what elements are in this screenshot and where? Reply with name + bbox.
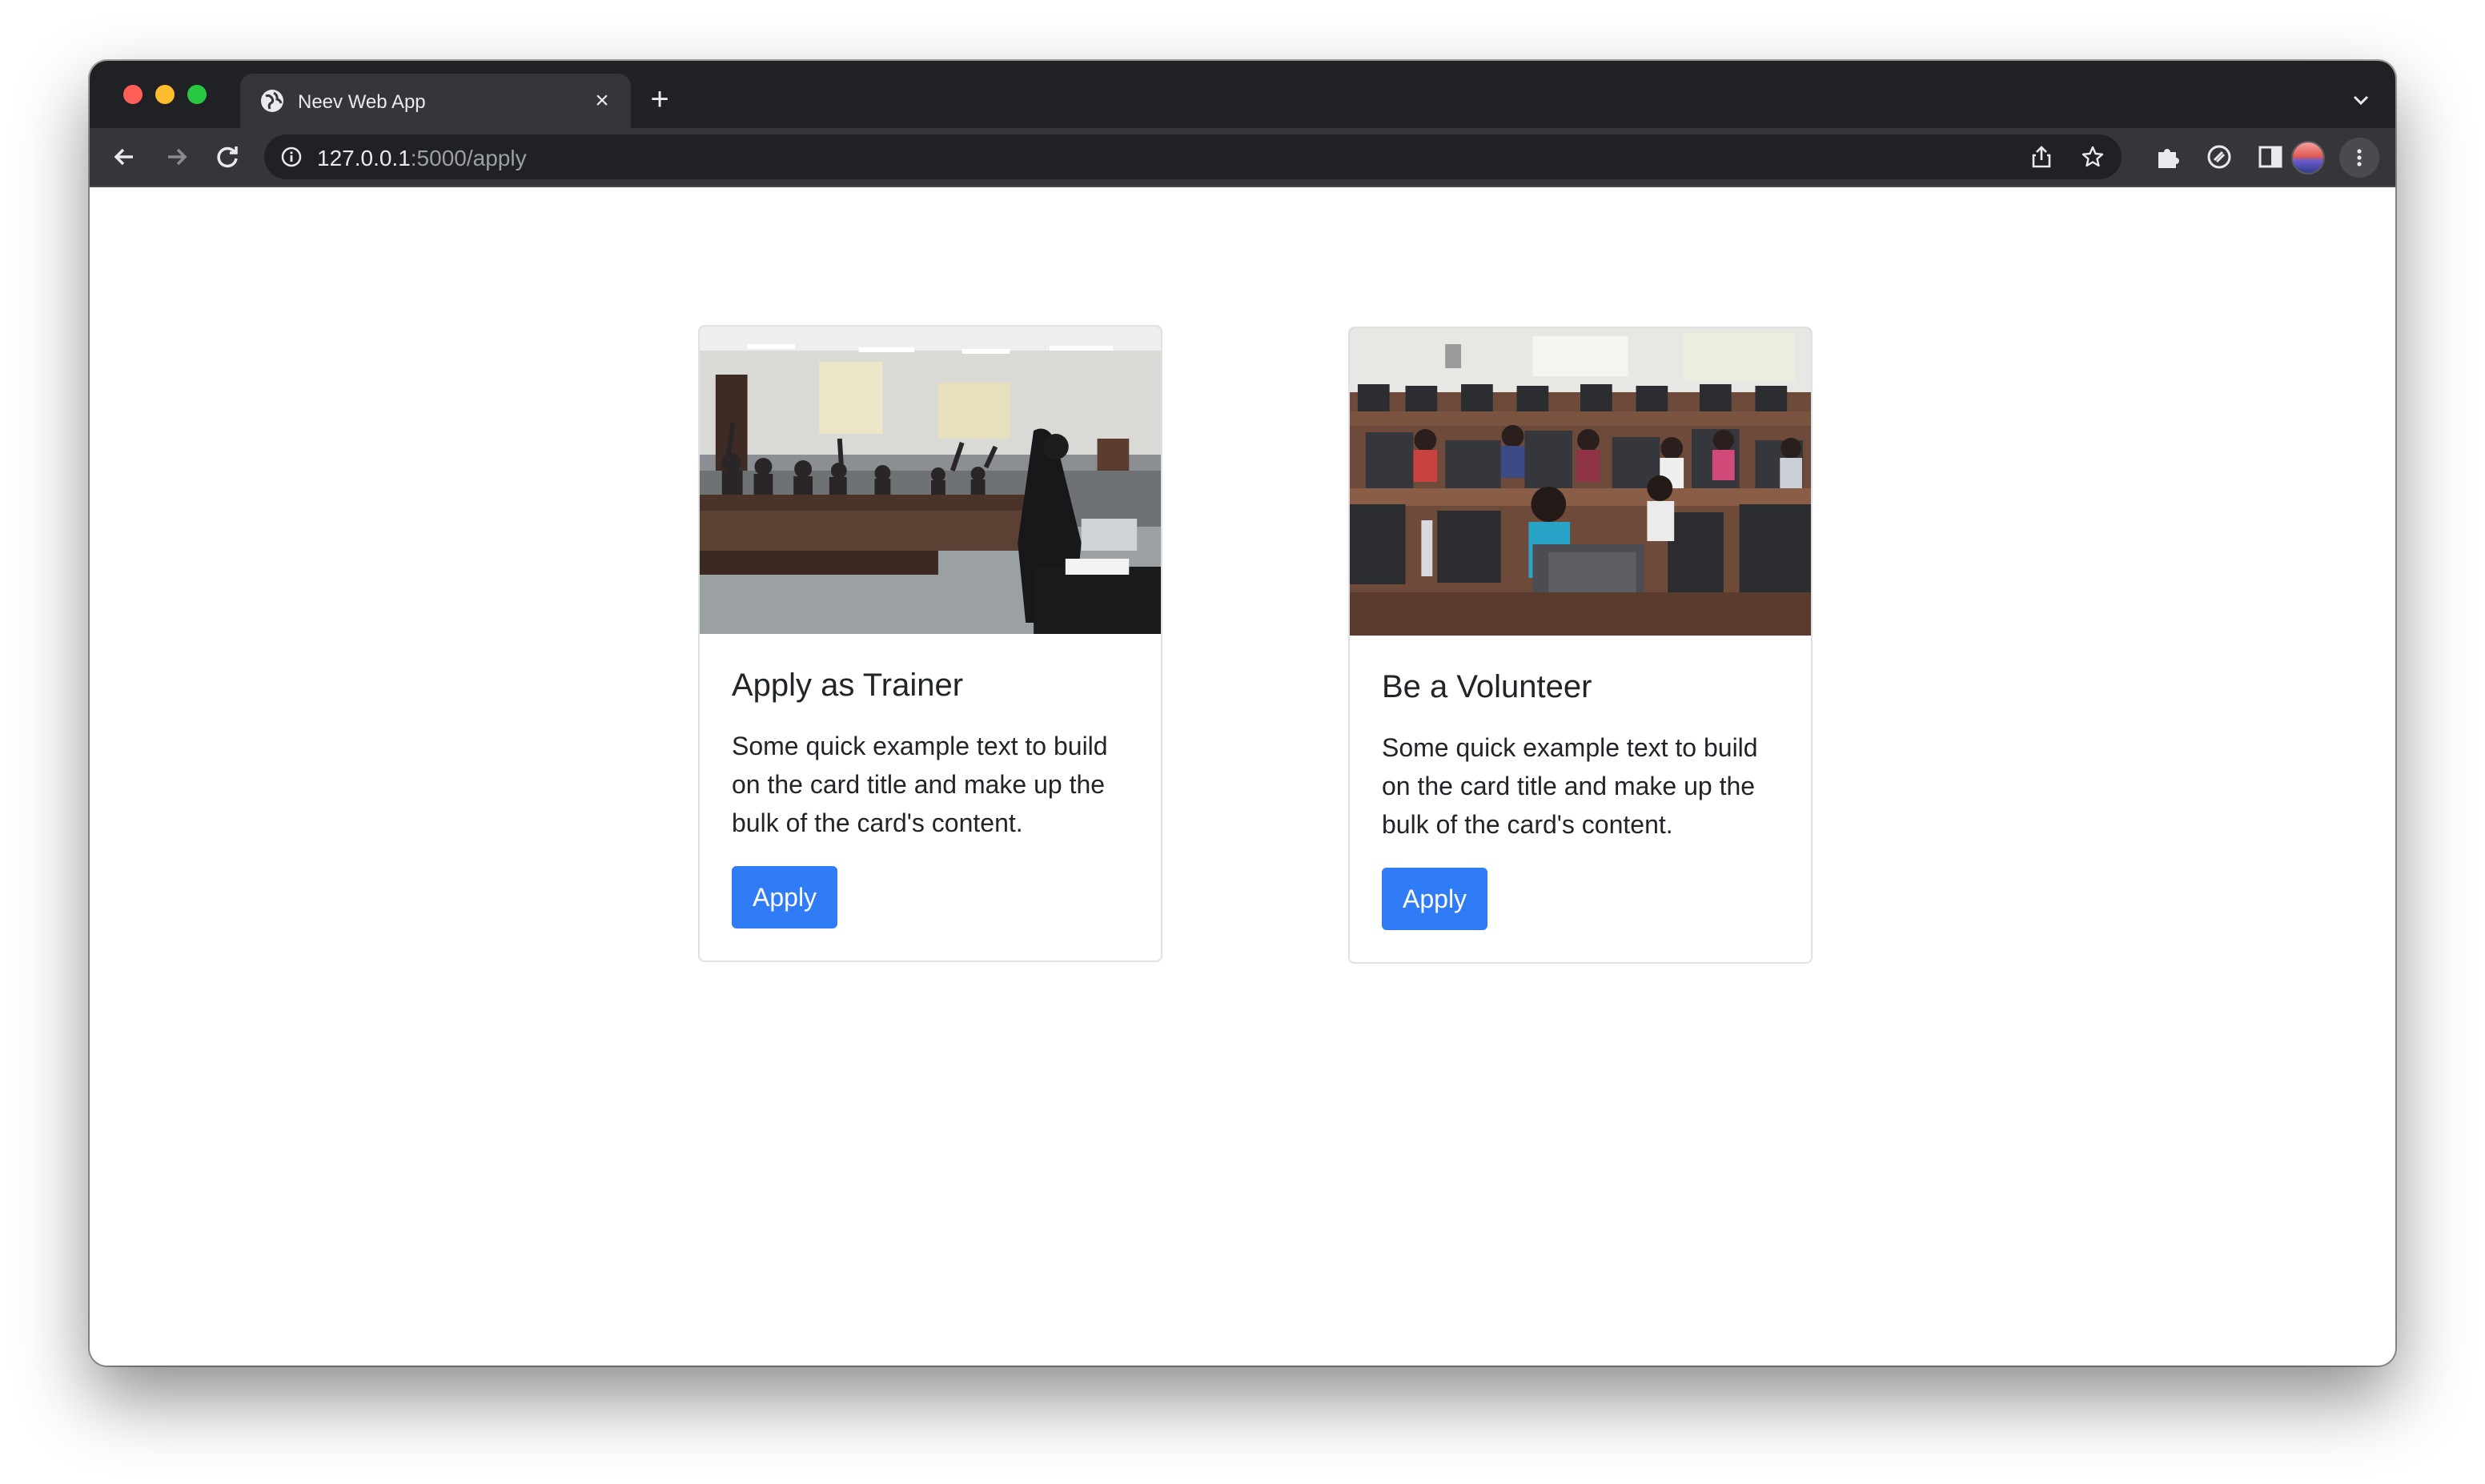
forward-button[interactable] — [160, 141, 192, 173]
info-icon[interactable] — [280, 146, 303, 168]
star-icon[interactable] — [2080, 144, 2106, 170]
card-title: Be a Volunteer — [1382, 669, 1592, 704]
apply-trainer-button[interactable]: Apply — [732, 866, 838, 929]
page-content: Apply as Trainer Some quick example text… — [90, 187, 2395, 1366]
url-text[interactable]: 127.0.0.1:5000/apply — [317, 146, 527, 171]
back-button[interactable] — [109, 141, 141, 173]
globe-icon — [261, 90, 283, 112]
card-text: Some quick example text to build on the … — [1382, 733, 1758, 839]
share-icon[interactable] — [2029, 144, 2054, 170]
reload-button[interactable] — [211, 141, 243, 173]
puzzle-icon[interactable] — [2154, 142, 2182, 171]
plus-icon[interactable]: + — [644, 83, 676, 115]
card-text: Some quick example text to build on the … — [732, 732, 1108, 837]
forward-arrow-icon — [168, 148, 187, 166]
profile-avatar[interactable] — [2291, 141, 2325, 174]
classroom-photo — [700, 327, 1161, 634]
url-path: :5000/apply — [410, 146, 527, 170]
tab-strip: Neev Web App × + — [90, 61, 2395, 128]
card-title: Apply as Trainer — [732, 668, 964, 703]
tab-active[interactable]: Neev Web App × — [240, 74, 631, 128]
reload-icon — [217, 146, 238, 168]
extension-icon[interactable] — [2205, 142, 2234, 171]
volunteer-card: Be a Volunteer Some quick example text t… — [1348, 327, 1813, 964]
chevron-down-icon[interactable] — [2349, 88, 2373, 112]
kebab-menu-icon — [2357, 149, 2362, 166]
browser-window: Neev Web App × + 127.0.0.1:5000/apply Ap… — [90, 61, 2395, 1366]
minimize-window-button[interactable] — [155, 85, 175, 104]
side-panel-icon[interactable] — [2256, 142, 2285, 171]
trainer-card: Apply as Trainer Some quick example text… — [698, 325, 1162, 962]
computer-lab-photo — [1350, 328, 1811, 636]
tab-title: Neev Web App — [298, 91, 426, 113]
back-arrow-icon — [114, 148, 133, 166]
close-window-button[interactable] — [123, 85, 143, 104]
browser-menu-button[interactable] — [2339, 138, 2379, 178]
address-bar[interactable]: 127.0.0.1:5000/apply — [264, 134, 2122, 179]
browser-toolbar: 127.0.0.1:5000/apply — [90, 128, 2395, 187]
close-icon[interactable]: × — [588, 86, 616, 115]
maximize-window-button[interactable] — [187, 85, 207, 104]
url-host: 127.0.0.1 — [317, 146, 411, 170]
apply-volunteer-button[interactable]: Apply — [1382, 868, 1488, 930]
